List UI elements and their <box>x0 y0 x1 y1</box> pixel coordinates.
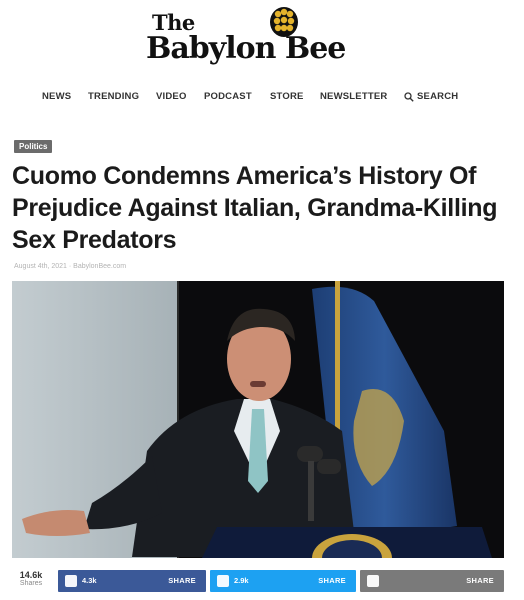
nav-item-video[interactable]: VIDEO <box>156 91 187 102</box>
share-bar: 14.6k Shares 4.3k SHARE 2.9k SHARE SHARE <box>12 568 504 594</box>
share-total: 14.6k Shares <box>12 570 50 587</box>
search-icon <box>404 91 414 102</box>
main-nav: NEWS TRENDING VIDEO PODCAST STORE NEWSLE… <box>0 88 524 108</box>
facebook-share-button[interactable]: 4.3k SHARE <box>58 570 206 592</box>
email-share-button[interactable]: SHARE <box>360 570 504 592</box>
nav-item-news[interactable]: NEWS <box>42 91 71 102</box>
email-share-label: SHARE <box>466 576 494 585</box>
search-label: SEARCH <box>417 91 459 102</box>
logo-text-babylon-bee[interactable]: Babylon Bee <box>146 31 346 66</box>
nav-item-search[interactable]: SEARCH <box>404 91 458 102</box>
twitter-share-button[interactable]: 2.9k SHARE <box>210 570 356 592</box>
twitter-share-count: 2.9k <box>234 576 249 585</box>
nav-item-podcast[interactable]: PODCAST <box>204 91 252 102</box>
share-total-number: 14.6k <box>19 570 43 580</box>
nav-item-store[interactable]: STORE <box>270 91 304 102</box>
nav-item-trending[interactable]: TRENDING <box>88 91 139 102</box>
article-hero-image <box>12 281 504 558</box>
facebook-share-label: SHARE <box>168 576 196 585</box>
article-byline: August 4th, 2021 · BabylonBee.com <box>14 263 127 270</box>
email-icon <box>367 575 379 587</box>
share-total-label: Shares <box>19 580 43 587</box>
twitter-share-label: SHARE <box>318 576 346 585</box>
site-header: The Babylon Bee <box>0 0 524 78</box>
facebook-icon <box>65 575 77 587</box>
article-headline: Cuomo Condemns America’s History Of Prej… <box>12 162 498 254</box>
category-badge[interactable]: Politics <box>14 140 53 153</box>
facebook-share-count: 4.3k <box>82 576 97 585</box>
nav-item-newsletter[interactable]: NEWSLETTER <box>320 91 387 102</box>
twitter-icon <box>217 575 229 587</box>
